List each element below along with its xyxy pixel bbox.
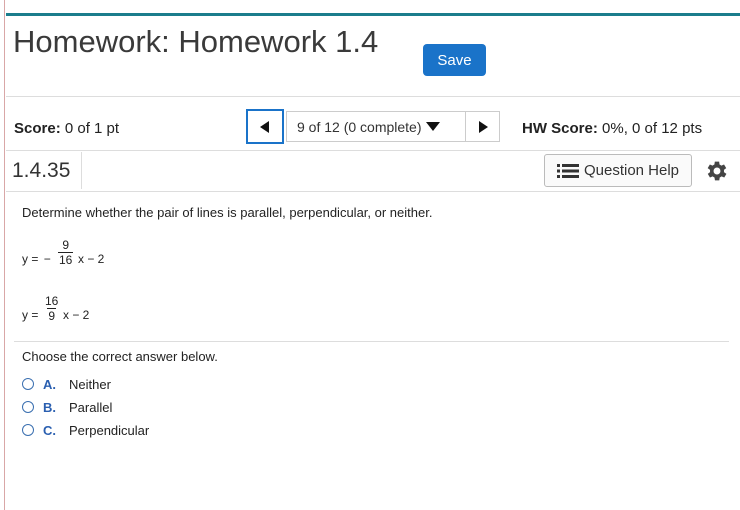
radio-button[interactable]	[22, 401, 34, 413]
top-accent-bar	[6, 13, 740, 16]
page-border	[4, 0, 5, 510]
save-button[interactable]: Save	[423, 44, 486, 76]
eq1-sign: −	[43, 252, 51, 266]
eq1-numerator: 9	[62, 238, 70, 252]
question-prompt: Determine whether the pair of lines is p…	[22, 205, 433, 220]
option-text: Parallel	[69, 399, 113, 415]
triangle-right-icon	[478, 120, 488, 133]
divider	[6, 96, 740, 97]
option-text: Perpendicular	[69, 422, 150, 438]
eq1-rest: x − 2	[78, 252, 105, 266]
option-a[interactable]: A. Neither	[22, 375, 111, 393]
eq2-rest: x − 2	[63, 308, 90, 322]
gear-icon[interactable]	[704, 158, 730, 184]
option-letter: B.	[43, 399, 56, 415]
score: Score: 0 of 1 pt	[14, 120, 119, 137]
equation-1: y = −	[22, 252, 51, 266]
score-label: Score:	[14, 120, 61, 137]
question-position: 9 of 12 (0 complete)	[297, 118, 422, 135]
hw-score: HW Score: 0%, 0 of 12 pts	[522, 120, 702, 137]
hw-score-label: HW Score:	[522, 120, 598, 137]
option-b[interactable]: B. Parallel	[22, 398, 112, 416]
option-letter: A.	[43, 376, 56, 392]
triangle-left-icon	[260, 120, 269, 133]
option-letter: C.	[43, 422, 56, 438]
previous-question-button[interactable]	[246, 109, 284, 144]
question-help-button[interactable]: Question Help	[544, 154, 692, 187]
eq2-denominator: 9	[47, 308, 57, 323]
page-title: Homework: Homework 1.4	[13, 24, 379, 59]
score-value: 0 of 1 pt	[64, 120, 120, 137]
triangle-down-icon	[425, 121, 440, 131]
divider	[6, 150, 740, 151]
option-c[interactable]: C. Perpendicular	[22, 421, 149, 439]
question-number: 1.4.35	[6, 152, 82, 189]
equation-2: y =	[22, 308, 38, 322]
eq2-fraction: 16 9	[44, 294, 59, 323]
hw-score-value: 0%, 0 of 12 pts	[602, 120, 703, 137]
divider	[6, 191, 740, 192]
eq1-fraction: 9 16	[58, 238, 74, 267]
eq1-y: y =	[22, 252, 39, 266]
radio-button[interactable]	[22, 378, 34, 390]
eq2-y: y =	[22, 308, 39, 322]
list-icon	[556, 163, 579, 178]
next-question-button[interactable]	[466, 111, 500, 142]
question-help-label: Question Help	[583, 162, 680, 179]
eq1-denominator: 16	[58, 252, 74, 267]
option-text: Neither	[69, 376, 111, 392]
question-selector[interactable]: 9 of 12 (0 complete)	[286, 111, 466, 142]
instruction: Choose the correct answer below.	[22, 349, 218, 364]
radio-button[interactable]	[22, 424, 34, 436]
eq2-numerator: 16	[45, 294, 59, 308]
divider	[14, 341, 729, 342]
